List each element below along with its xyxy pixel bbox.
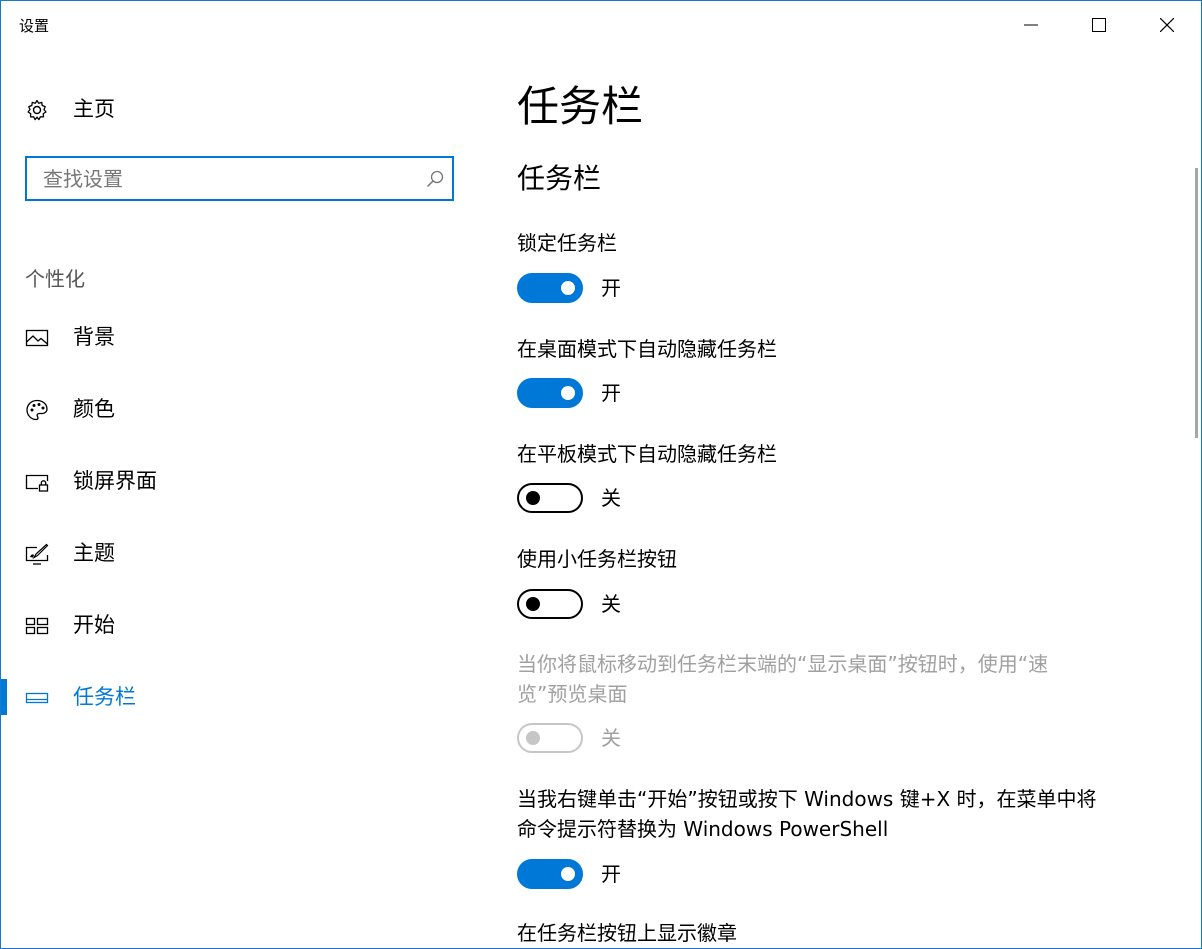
sidebar-item-taskbar[interactable]: 任务栏 [1, 677, 471, 721]
page-title: 任务栏 [517, 82, 644, 131]
palette-icon [26, 399, 48, 421]
window-title: 设置 [19, 17, 50, 35]
maximize-button[interactable] [1065, 1, 1133, 49]
lock-taskbar-label: 锁定任务栏 [517, 231, 617, 255]
personalization-section-label: 个性化 [25, 267, 85, 291]
peek-desktop-label-line1: 当你将鼠标移动到任务栏末端的“显示桌面”按钮时，使用“速 [517, 652, 1049, 676]
show-badges-label: 在任务栏按钮上显示徽章 [517, 921, 737, 945]
picture-icon [25, 329, 49, 347]
lock-taskbar-toggle[interactable] [517, 273, 583, 303]
autohide-tablet-toggle-row: 关 [517, 483, 717, 513]
toggle-knob [526, 597, 540, 611]
peek-desktop-label-line2: 览”预览桌面 [517, 682, 628, 706]
sidebar-item-lock-screen[interactable]: 锁屏界面 [1, 461, 471, 505]
sidebar-item-background[interactable]: 背景 [1, 317, 471, 361]
toggle-knob [561, 867, 575, 881]
close-button[interactable] [1133, 1, 1201, 49]
sidebar-item-label: 颜色 [73, 397, 115, 421]
search-icon[interactable] [426, 170, 444, 188]
start-grid-icon [25, 617, 49, 635]
autohide-desktop-label: 在桌面模式下自动隐藏任务栏 [517, 337, 777, 361]
sidebar-item-label: 任务栏 [73, 685, 136, 709]
minimize-icon [1024, 24, 1038, 26]
toggle-knob [561, 386, 575, 400]
title-bar: 设置 [1, 1, 1201, 49]
search-input[interactable] [43, 166, 413, 192]
taskbar-icon [25, 692, 49, 704]
autohide-tablet-toggle[interactable] [517, 483, 583, 513]
sidebar-item-label: 背景 [73, 325, 115, 349]
toggle-state-text: 开 [601, 381, 621, 405]
peek-desktop-toggle [517, 723, 583, 753]
sidebar-item-start[interactable]: 开始 [1, 605, 471, 649]
close-icon [1160, 18, 1174, 32]
sidebar-item-colors[interactable]: 颜色 [1, 389, 471, 433]
powershell-label-line2: 命令提示符替换为 Windows PowerShell [517, 817, 889, 841]
settings-window: 设置 主页 个性化 背景 [0, 0, 1202, 949]
powershell-toggle-row: 开 [517, 859, 717, 889]
theme-brush-icon [25, 543, 49, 565]
content-scrollbar[interactable] [1195, 168, 1198, 438]
toggle-state-text: 关 [601, 592, 621, 616]
lock-taskbar-toggle-row: 开 [517, 273, 717, 303]
gear-icon [27, 99, 47, 121]
peek-desktop-toggle-row: 关 [517, 723, 717, 753]
home-nav-item[interactable]: 主页 [1, 89, 471, 129]
sidebar-item-label: 主题 [73, 541, 115, 565]
toggle-state-text: 关 [601, 486, 621, 510]
sidebar-item-themes[interactable]: 主题 [1, 533, 471, 577]
toggle-state-text: 开 [601, 862, 621, 886]
small-buttons-toggle-row: 关 [517, 589, 717, 619]
toggle-knob [526, 731, 540, 745]
toggle-knob [561, 281, 575, 295]
autohide-tablet-label: 在平板模式下自动隐藏任务栏 [517, 442, 777, 466]
toggle-state-text: 开 [601, 276, 621, 300]
small-buttons-label: 使用小任务栏按钮 [517, 547, 677, 571]
toggle-state-text: 关 [601, 726, 621, 750]
powershell-toggle[interactable] [517, 859, 583, 889]
sidebar-item-label: 锁屏界面 [73, 469, 157, 493]
small-buttons-toggle[interactable] [517, 589, 583, 619]
lock-screen-icon [25, 474, 49, 492]
toggle-knob [526, 491, 540, 505]
maximize-icon [1092, 18, 1106, 32]
minimize-button[interactable] [997, 1, 1065, 49]
autohide-desktop-toggle-row: 开 [517, 378, 717, 408]
autohide-desktop-toggle[interactable] [517, 378, 583, 408]
sidebar-item-label: 开始 [73, 613, 115, 637]
search-box[interactable] [25, 156, 454, 201]
powershell-label-line1: 当我右键单击“开始”按钮或按下 Windows 键+X 时，在菜单中将 [517, 787, 1097, 811]
section-title: 任务栏 [517, 162, 602, 195]
home-label: 主页 [73, 97, 115, 121]
